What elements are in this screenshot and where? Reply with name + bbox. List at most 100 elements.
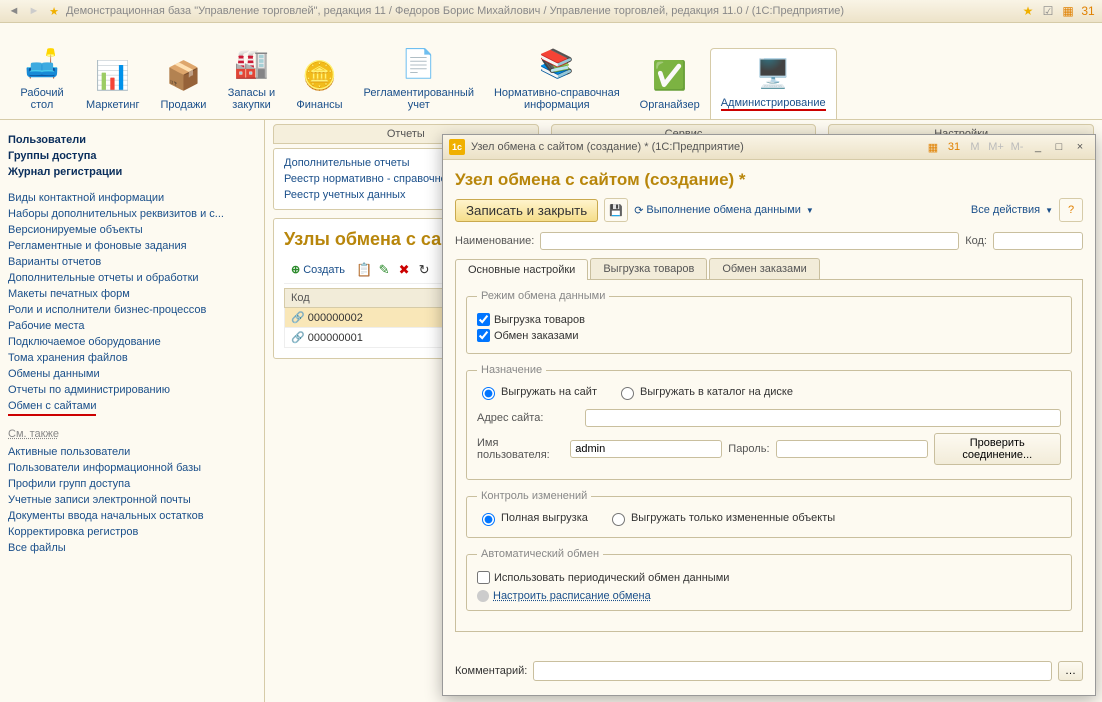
sidebar-users[interactable]: Пользователи: [8, 132, 256, 148]
nav-back-icon[interactable]: ◄: [6, 3, 22, 19]
changed-only-radio[interactable]: Выгружать только измененные объекты: [607, 510, 835, 526]
sidebar-reg-journal[interactable]: Журнал регистрации: [8, 164, 256, 180]
ribbon-desktop[interactable]: 🛋️Рабочий стол: [8, 39, 76, 119]
sidebar: Пользователи Группы доступа Журнал регис…: [0, 120, 265, 702]
dlg-min-button[interactable]: _: [1029, 138, 1047, 156]
see-also-title: См. также: [8, 428, 256, 440]
dialog-titlebar[interactable]: 1c Узел обмена с сайтом (создание) * (1С…: [443, 135, 1095, 160]
toolbar-cal-icon[interactable]: ▦: [1060, 3, 1076, 19]
nav-fwd-icon[interactable]: ►: [26, 3, 42, 19]
sidebar-admin-reports[interactable]: Отчеты по администрированию: [8, 382, 256, 398]
ribbon: 🛋️Рабочий стол 📊Маркетинг 📦Продажи 🏭Запа…: [0, 23, 1102, 120]
comment-expand-button[interactable]: …: [1058, 661, 1083, 681]
sidebar-print-templates[interactable]: Макеты печатных форм: [8, 286, 256, 302]
mode-goods-checkbox[interactable]: Выгрузка товаров: [477, 313, 1061, 326]
favorite-icon[interactable]: ★: [46, 3, 62, 19]
sidebar-all-files[interactable]: Все файлы: [8, 540, 256, 556]
dlg-close-button[interactable]: ×: [1071, 138, 1089, 156]
use-periodic-checkbox[interactable]: Использовать периодический обмен данными: [477, 571, 1061, 584]
exchange-mode-group: Режим обмена данными Выгрузка товаров Об…: [466, 290, 1072, 354]
organizer-icon: ✅: [646, 55, 694, 95]
refresh-icon[interactable]: ↻: [416, 262, 432, 278]
code-input[interactable]: [993, 232, 1083, 250]
mode-legend: Режим обмена данными: [477, 290, 609, 302]
auto-exchange-group: Автоматический обмен Использовать период…: [466, 548, 1072, 611]
save-icon[interactable]: 💾: [604, 198, 628, 222]
tab-goods-upload[interactable]: Выгрузка товаров: [590, 258, 707, 279]
dlg-date-icon[interactable]: 31: [945, 138, 963, 156]
schedule-status-icon: [477, 590, 489, 602]
tab-orders-exchange[interactable]: Обмен заказами: [709, 258, 820, 279]
dlg-mplus-button[interactable]: M+: [987, 138, 1005, 156]
sidebar-access-groups[interactable]: Группы доступа: [8, 148, 256, 164]
dest-site-radio[interactable]: Выгружать на сайт: [477, 384, 597, 400]
sidebar-extra-reports[interactable]: Дополнительные отчеты и обработки: [8, 270, 256, 286]
user-input[interactable]: [570, 440, 722, 458]
sidebar-report-variants[interactable]: Варианты отчетов: [8, 254, 256, 270]
pass-input[interactable]: [776, 440, 928, 458]
dialog-title-text: Узел обмена с сайтом (создание) * (1С:Пр…: [471, 141, 744, 153]
save-close-button[interactable]: Записать и закрыть: [455, 199, 598, 222]
sidebar-active-users[interactable]: Активные пользователи: [8, 444, 256, 460]
dlg-grid-icon[interactable]: ▦: [924, 138, 942, 156]
site-addr-input[interactable]: [585, 409, 1061, 427]
help-icon[interactable]: ?: [1059, 198, 1083, 222]
run-exchange-action[interactable]: ⟳Выполнение обмена данными▼: [634, 204, 814, 217]
dialog-heading: Узел обмена с сайтом (создание) *: [455, 170, 1083, 190]
ribbon-admin[interactable]: 🖥️Администрирование: [710, 48, 837, 119]
pass-label: Пароль:: [728, 443, 769, 455]
name-input[interactable]: [540, 232, 959, 250]
sidebar-ib-users[interactable]: Пользователи информационной базы: [8, 460, 256, 476]
comment-input[interactable]: [533, 661, 1052, 681]
edit-icon[interactable]: ✎: [376, 262, 392, 278]
ribbon-sales[interactable]: 📦Продажи: [149, 51, 217, 119]
dlg-max-button[interactable]: □: [1050, 138, 1068, 156]
sidebar-contact-types[interactable]: Виды контактной информации: [8, 190, 256, 206]
copy-icon[interactable]: 📋: [356, 262, 372, 278]
sidebar-file-volumes[interactable]: Тома хранения файлов: [8, 350, 256, 366]
full-upload-radio[interactable]: Полная выгрузка: [477, 510, 588, 526]
sidebar-roles[interactable]: Роли и исполнители бизнес-процессов: [8, 302, 256, 318]
tab-main-settings[interactable]: Основные настройки: [455, 259, 588, 280]
sidebar-versioned[interactable]: Версионируемые объекты: [8, 222, 256, 238]
ribbon-finance[interactable]: 🪙Финансы: [285, 51, 353, 119]
sidebar-site-exchange[interactable]: Обмен с сайтами: [8, 398, 96, 416]
sidebar-workplaces[interactable]: Рабочие места: [8, 318, 256, 334]
sidebar-scheduled-jobs[interactable]: Регламентные и фоновые задания: [8, 238, 256, 254]
ribbon-reference[interactable]: 📚Нормативно-справочная информация: [484, 39, 630, 119]
dlg-mminus-button[interactable]: M-: [1008, 138, 1026, 156]
sidebar-email-accounts[interactable]: Учетные записи электронной почты: [8, 492, 256, 508]
delete-icon[interactable]: ✖: [396, 262, 412, 278]
ribbon-marketing[interactable]: 📊Маркетинг: [76, 51, 149, 119]
mode-orders-checkbox[interactable]: Обмен заказами: [477, 329, 1061, 342]
toolbar-star-icon[interactable]: ★: [1020, 3, 1036, 19]
create-button[interactable]: ⊕Создать: [284, 260, 352, 279]
destination-group: Назначение Выгружать на сайт Выгружать в…: [466, 364, 1072, 480]
sidebar-data-exchange[interactable]: Обмены данными: [8, 366, 256, 382]
sidebar-access-profiles[interactable]: Профили групп доступа: [8, 476, 256, 492]
admin-icon: 🖥️: [749, 53, 797, 93]
ribbon-organizer[interactable]: ✅Органайзер: [630, 51, 710, 119]
test-connection-button[interactable]: Проверить соединение...: [934, 433, 1061, 465]
sidebar-register-adjust[interactable]: Корректировка регистров: [8, 524, 256, 540]
accounting-icon: 📄: [395, 43, 443, 83]
dest-disk-radio[interactable]: Выгружать в каталог на диске: [616, 384, 793, 400]
reference-icon: 📚: [533, 43, 581, 83]
dlg-m-button[interactable]: M: [966, 138, 984, 156]
all-actions-menu[interactable]: Все действия▼: [971, 204, 1053, 216]
toolbar-date-icon[interactable]: 31: [1080, 3, 1096, 19]
schedule-link[interactable]: Настроить расписание обмена: [493, 590, 651, 602]
ribbon-accounting[interactable]: 📄Регламентированный учет: [353, 39, 484, 119]
dialog-toolbar: Записать и закрыть 💾 ⟳Выполнение обмена …: [455, 198, 1083, 222]
site-addr-label: Адрес сайта:: [477, 412, 579, 424]
toolbar-calc-icon[interactable]: ☑: [1040, 3, 1056, 19]
sync-icon: ⟳: [634, 204, 643, 217]
sidebar-initial-docs[interactable]: Документы ввода начальных остатков: [8, 508, 256, 524]
desktop-icon: 🛋️: [18, 43, 66, 83]
ribbon-stock[interactable]: 🏭Запасы и закупки: [217, 39, 285, 119]
sales-icon: 📦: [159, 55, 207, 95]
sidebar-extra-props[interactable]: Наборы дополнительных реквизитов и с...: [8, 206, 256, 222]
control-legend: Контроль изменений: [477, 490, 591, 502]
change-control-group: Контроль изменений Полная выгрузка Выгру…: [466, 490, 1072, 538]
sidebar-equipment[interactable]: Подключаемое оборудование: [8, 334, 256, 350]
